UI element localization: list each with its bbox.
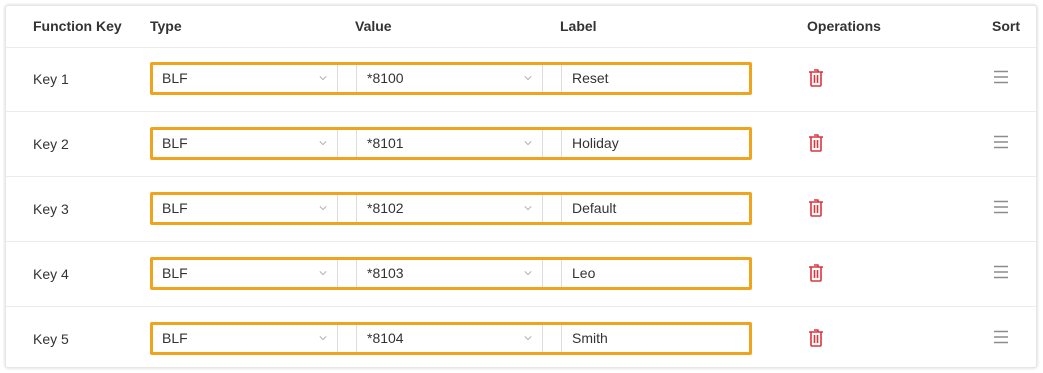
label-input-value: Holiday (572, 135, 619, 151)
trash-icon[interactable] (808, 329, 824, 347)
table-row: Key 1 BLF *8100 Reset (6, 47, 1036, 112)
value-select[interactable]: *8103 (356, 258, 543, 289)
label-input[interactable]: Holiday (561, 128, 751, 159)
function-key-name: Key 2 (33, 136, 69, 152)
type-select-value: BLF (162, 135, 188, 151)
type-select[interactable]: BLF (151, 193, 338, 224)
value-select[interactable]: *8102 (356, 193, 543, 224)
chevron-down-icon (319, 206, 327, 211)
table-row: Key 4 BLF *8103 Leo (6, 242, 1036, 307)
function-key-name: Key 5 (33, 331, 69, 347)
chevron-down-icon (319, 271, 327, 276)
table-row: Key 2 BLF *8101 Holiday (6, 112, 1036, 177)
type-select-value: BLF (162, 330, 188, 346)
function-keys-table: Function Key Type Value Label Operations… (5, 5, 1037, 368)
type-select-value: BLF (162, 200, 188, 216)
type-select[interactable]: BLF (151, 63, 338, 94)
drag-handle-icon[interactable] (993, 330, 1009, 344)
type-select-value: BLF (162, 265, 188, 281)
function-key-name: Key 3 (33, 201, 69, 217)
header-sort: Sort (992, 18, 1020, 34)
label-input[interactable]: Reset (561, 63, 751, 94)
chevron-down-icon (524, 141, 532, 146)
label-input[interactable]: Smith (561, 323, 751, 354)
chevron-down-icon (524, 271, 532, 276)
chevron-down-icon (319, 336, 327, 341)
chevron-down-icon (524, 336, 532, 341)
trash-icon[interactable] (808, 199, 824, 217)
value-select-value: *8100 (367, 70, 404, 86)
trash-icon[interactable] (808, 134, 824, 152)
type-select-value: BLF (162, 70, 188, 86)
label-input-value: Leo (572, 265, 596, 281)
chevron-down-icon (319, 76, 327, 81)
type-select[interactable]: BLF (151, 258, 338, 289)
function-key-name: Key 4 (33, 266, 69, 282)
drag-handle-icon[interactable] (993, 265, 1009, 279)
label-input[interactable]: Default (561, 193, 751, 224)
value-select[interactable]: *8104 (356, 323, 543, 354)
function-key-name: Key 1 (33, 71, 69, 87)
table-row: Key 5 BLF *8104 Smith (6, 307, 1036, 367)
value-select-value: *8104 (367, 330, 404, 346)
value-select[interactable]: *8101 (356, 128, 543, 159)
header-label: Label (560, 18, 597, 34)
value-select-value: *8102 (367, 200, 404, 216)
value-select[interactable]: *8100 (356, 63, 543, 94)
type-select[interactable]: BLF (151, 323, 338, 354)
chevron-down-icon (524, 76, 532, 81)
drag-handle-icon[interactable] (993, 135, 1009, 149)
table-row: Key 3 BLF *8102 Default (6, 177, 1036, 242)
trash-icon[interactable] (808, 264, 824, 282)
header-function-key: Function Key (33, 18, 122, 34)
header-type: Type (150, 18, 182, 34)
label-input-value: Smith (572, 330, 608, 346)
type-select[interactable]: BLF (151, 128, 338, 159)
trash-icon[interactable] (808, 69, 824, 87)
table-header: Function Key Type Value Label Operations… (6, 6, 1036, 48)
label-input-value: Reset (572, 70, 609, 86)
drag-handle-icon[interactable] (993, 200, 1009, 214)
value-select-value: *8103 (367, 265, 404, 281)
chevron-down-icon (319, 141, 327, 146)
value-select-value: *8101 (367, 135, 404, 151)
drag-handle-icon[interactable] (993, 70, 1009, 84)
label-input[interactable]: Leo (561, 258, 751, 289)
header-operations: Operations (807, 18, 881, 34)
label-input-value: Default (572, 200, 617, 216)
header-value: Value (355, 18, 392, 34)
chevron-down-icon (524, 206, 532, 211)
